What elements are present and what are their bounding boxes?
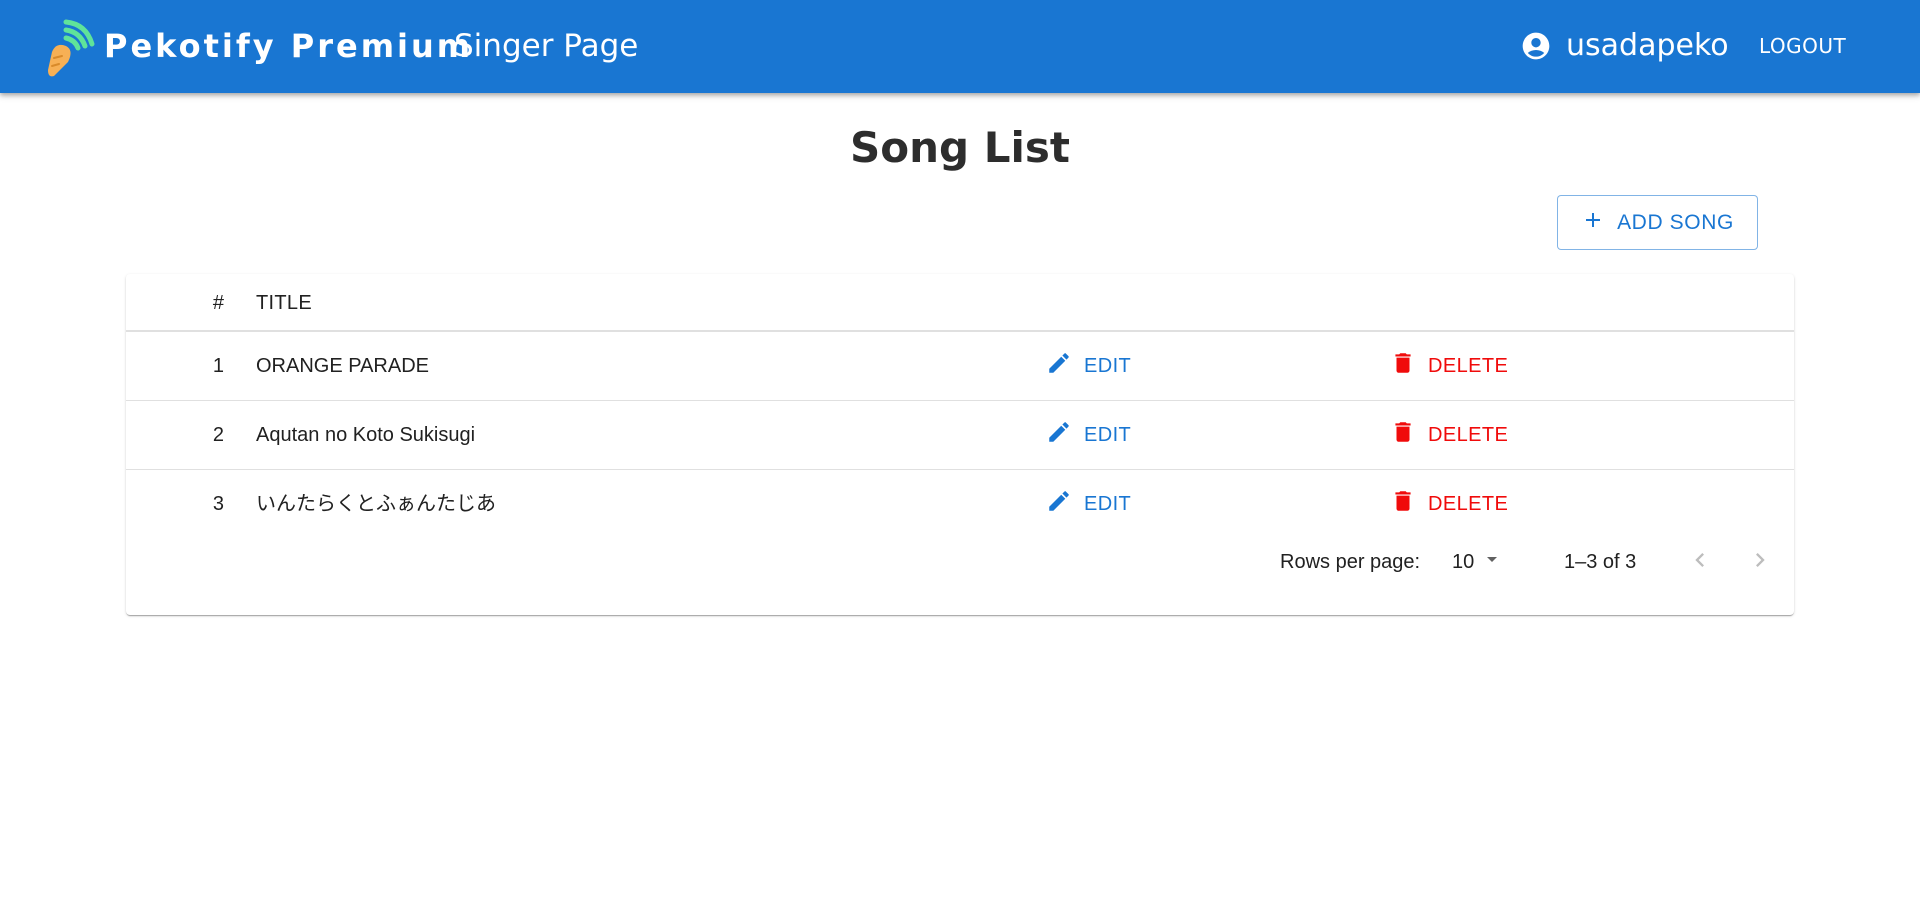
table-row: 3 いんたらくとふぁんたじあ EDIT DELETE: [126, 470, 1794, 539]
table-row: 2 Aqutan no Koto Sukisugi EDIT DELETE: [126, 401, 1794, 470]
user-menu: usadapeko: [1520, 26, 1729, 66]
delete-button[interactable]: DELETE: [1390, 347, 1508, 385]
delete-label: DELETE: [1428, 354, 1509, 377]
add-song-button[interactable]: ADD SONG: [1557, 195, 1758, 250]
song-number: 1: [212, 355, 224, 377]
rows-per-page-value: 10: [1452, 550, 1475, 573]
edit-button[interactable]: EDIT: [1046, 347, 1131, 385]
edit-button[interactable]: EDIT: [1046, 416, 1131, 454]
song-title: ORANGE PARADE: [256, 355, 429, 377]
trash-icon: [1390, 419, 1416, 451]
logout-button[interactable]: LOGOUT: [1744, 26, 1861, 66]
edit-button[interactable]: EDIT: [1046, 485, 1131, 523]
username: usadapeko: [1566, 28, 1729, 63]
page-title: Song List: [850, 123, 1070, 172]
pencil-icon: [1046, 350, 1072, 382]
edit-label: EDIT: [1084, 423, 1132, 446]
column-header-title: TITLE: [256, 292, 312, 314]
add-song-label: ADD SONG: [1617, 210, 1734, 234]
carrot-logo-icon: [44, 18, 96, 78]
table-row: 1 ORANGE PARADE EDIT DELETE: [126, 332, 1794, 401]
trash-icon: [1390, 488, 1416, 520]
trash-icon: [1390, 350, 1416, 382]
edit-label: EDIT: [1084, 492, 1132, 515]
delete-button[interactable]: DELETE: [1390, 485, 1508, 523]
pencil-icon: [1046, 419, 1072, 451]
previous-page-button[interactable]: [1680, 542, 1720, 582]
caret-down-icon: [1480, 547, 1504, 577]
pagination-range: 1–3 of 3: [1564, 551, 1637, 573]
edit-label: EDIT: [1084, 354, 1132, 377]
song-number: 3: [212, 493, 224, 515]
next-page-button[interactable]: [1740, 542, 1780, 582]
delete-label: DELETE: [1428, 423, 1509, 446]
table-pagination: Rows per page: 10 1–3 of 3: [126, 536, 1794, 588]
chevron-right-icon: [1746, 546, 1774, 579]
account-circle-icon: [1520, 30, 1552, 62]
delete-label: DELETE: [1428, 492, 1509, 515]
delete-button[interactable]: DELETE: [1390, 416, 1508, 454]
song-table: # TITLE 1 ORANGE PARADE EDIT DELETE 2 Aq…: [126, 274, 1794, 615]
rows-per-page-select[interactable]: 10: [1452, 545, 1504, 579]
rows-per-page-label: Rows per page:: [1280, 551, 1421, 573]
table-header: # TITLE: [126, 274, 1794, 332]
song-number: 2: [212, 424, 224, 446]
page-subtitle: Singer Page: [454, 28, 639, 64]
column-header-number: #: [212, 292, 224, 314]
song-title: いんたらくとふぁんたじあ: [256, 493, 496, 515]
plus-icon: [1581, 208, 1605, 238]
app-bar: Pekotify Premium Singer Page usadapeko L…: [0, 0, 1920, 93]
song-title: Aqutan no Koto Sukisugi: [256, 424, 476, 446]
chevron-left-icon: [1686, 546, 1714, 579]
pencil-icon: [1046, 488, 1072, 520]
brand-title: Pekotify Premium: [104, 27, 474, 65]
